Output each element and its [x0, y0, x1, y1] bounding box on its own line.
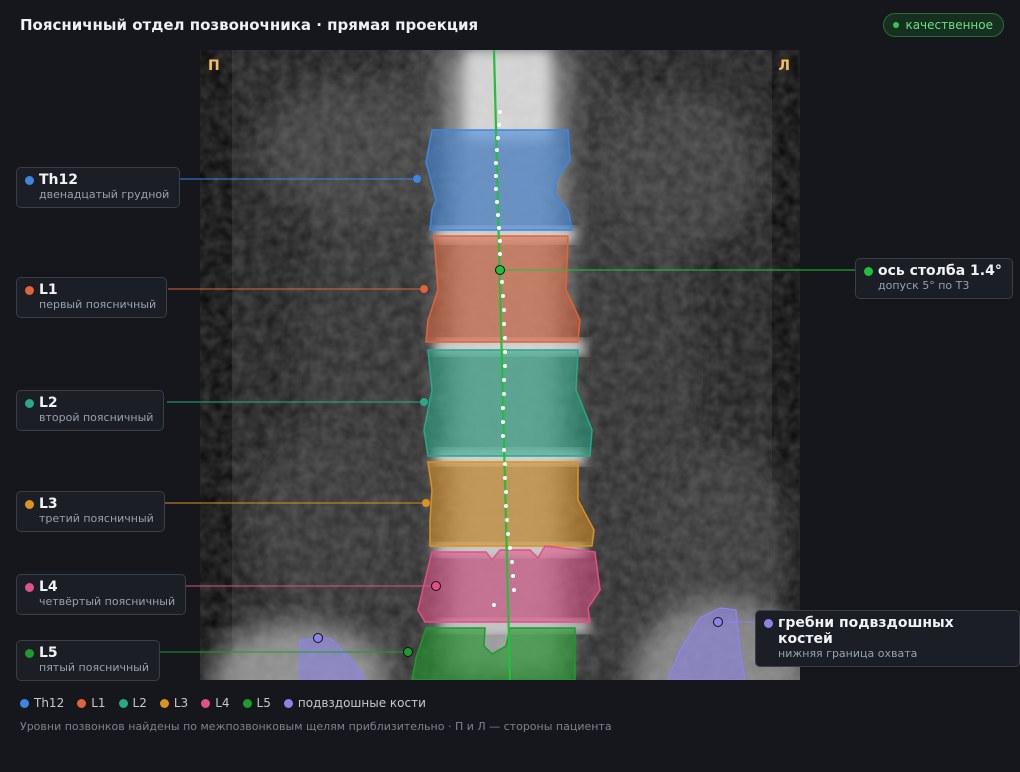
callout-l2[interactable]: L2 второй поясничный	[16, 390, 165, 431]
callout-l4-desc: четвёртый поясничный	[39, 595, 176, 608]
page-title: Поясничный отдел позвоночника · прямая п…	[20, 16, 479, 34]
callout-l3-name: L3	[39, 496, 58, 512]
legend-dot-icon	[77, 698, 87, 708]
callout-l4[interactable]: L4 четвёртый поясничный	[16, 574, 187, 615]
callout-l4-name: L4	[39, 579, 58, 595]
callout-l3[interactable]: L3 третий поясничный	[16, 491, 165, 532]
legend-dot-icon	[20, 698, 29, 708]
vertebra-mask-l1[interactable]	[425, 235, 581, 343]
callout-iliac-name: гребни подвздошных костей	[778, 615, 954, 647]
legend-label: L2	[132, 696, 147, 710]
legend-dot-icon	[118, 698, 128, 708]
side-marker-right: П	[208, 58, 220, 74]
legend-item-iliac[interactable]: подвздошные кости	[283, 696, 426, 710]
iliac-dot-icon	[764, 619, 773, 628]
legend-label: L4	[215, 696, 230, 710]
quality-badge-label: качественное	[905, 18, 993, 32]
callout-l3-desc: третий поясничный	[39, 512, 154, 525]
callout-l1-desc: первый поясничный	[39, 298, 157, 311]
legend-dot-icon	[283, 698, 293, 708]
callout-th12-name: Th12	[39, 172, 78, 188]
side-marker-left: Л	[778, 58, 790, 74]
callout-axis-name: ось столба 1.4°	[878, 263, 1002, 279]
legend-item-l2[interactable]: L2	[118, 696, 147, 710]
legend-item-l1[interactable]: L1	[77, 696, 106, 710]
callout-l2-name: L2	[39, 395, 58, 411]
legend-dot-icon	[201, 698, 211, 708]
vertebra-mask-l2[interactable]	[423, 349, 593, 457]
callout-l2-desc: второй поясничный	[39, 411, 154, 424]
xray-image	[200, 50, 800, 680]
callout-th12[interactable]: Th12 двенадцатый грудной	[16, 167, 181, 208]
legend-item-th12[interactable]: Th12	[20, 696, 64, 710]
axis-dot-icon	[864, 267, 873, 276]
legend-dot-icon	[242, 698, 252, 708]
callout-axis-desc: допуск 5° по Т3	[878, 279, 970, 292]
callout-l5-desc: пятый поясничный	[39, 661, 149, 674]
callout-th12-desc: двенадцатый грудной	[39, 188, 170, 201]
quality-badge: качественное	[883, 13, 1004, 37]
xray-viewer[interactable]: П Л	[200, 50, 800, 680]
callout-iliac[interactable]: гребни подвздошных костей нижняя граница…	[755, 610, 1020, 667]
legend-item-l4[interactable]: L4	[201, 696, 230, 710]
l4-dot-icon	[25, 583, 34, 592]
legend-dot-icon	[159, 698, 169, 708]
legend: Th12 L1 L2 L3 L4 L5 подвздошные кости	[20, 696, 426, 710]
legend-label: L3	[173, 696, 189, 710]
callout-axis[interactable]: ось столба 1.4° допуск 5° по Т3	[855, 258, 1013, 299]
l1-dot-icon	[25, 286, 34, 295]
legend-label: L5	[256, 696, 271, 710]
legend-label: Th12	[34, 696, 65, 710]
callout-l5-name: L5	[39, 645, 58, 661]
l2-dot-icon	[25, 399, 34, 408]
l5-dot-icon	[25, 649, 34, 658]
vertebra-mask-l3[interactable]	[427, 461, 595, 547]
callout-l1[interactable]: L1 первый поясничный	[16, 277, 168, 318]
th12-dot-icon	[25, 176, 34, 185]
legend-item-l5[interactable]: L5	[242, 696, 271, 710]
legend-label: L1	[91, 696, 106, 710]
status-dot-icon	[893, 22, 900, 28]
callout-l5[interactable]: L5 пятый поясничный	[16, 640, 160, 681]
l3-dot-icon	[25, 500, 34, 509]
legend-item-l3[interactable]: L3	[159, 696, 189, 710]
callout-iliac-desc: нижняя граница охвата	[778, 647, 918, 660]
callout-l1-name: L1	[39, 282, 58, 298]
footnote: Уровни позвонков найдены по межпозвонков…	[20, 720, 612, 733]
legend-label: подвздошные кости	[297, 696, 426, 710]
